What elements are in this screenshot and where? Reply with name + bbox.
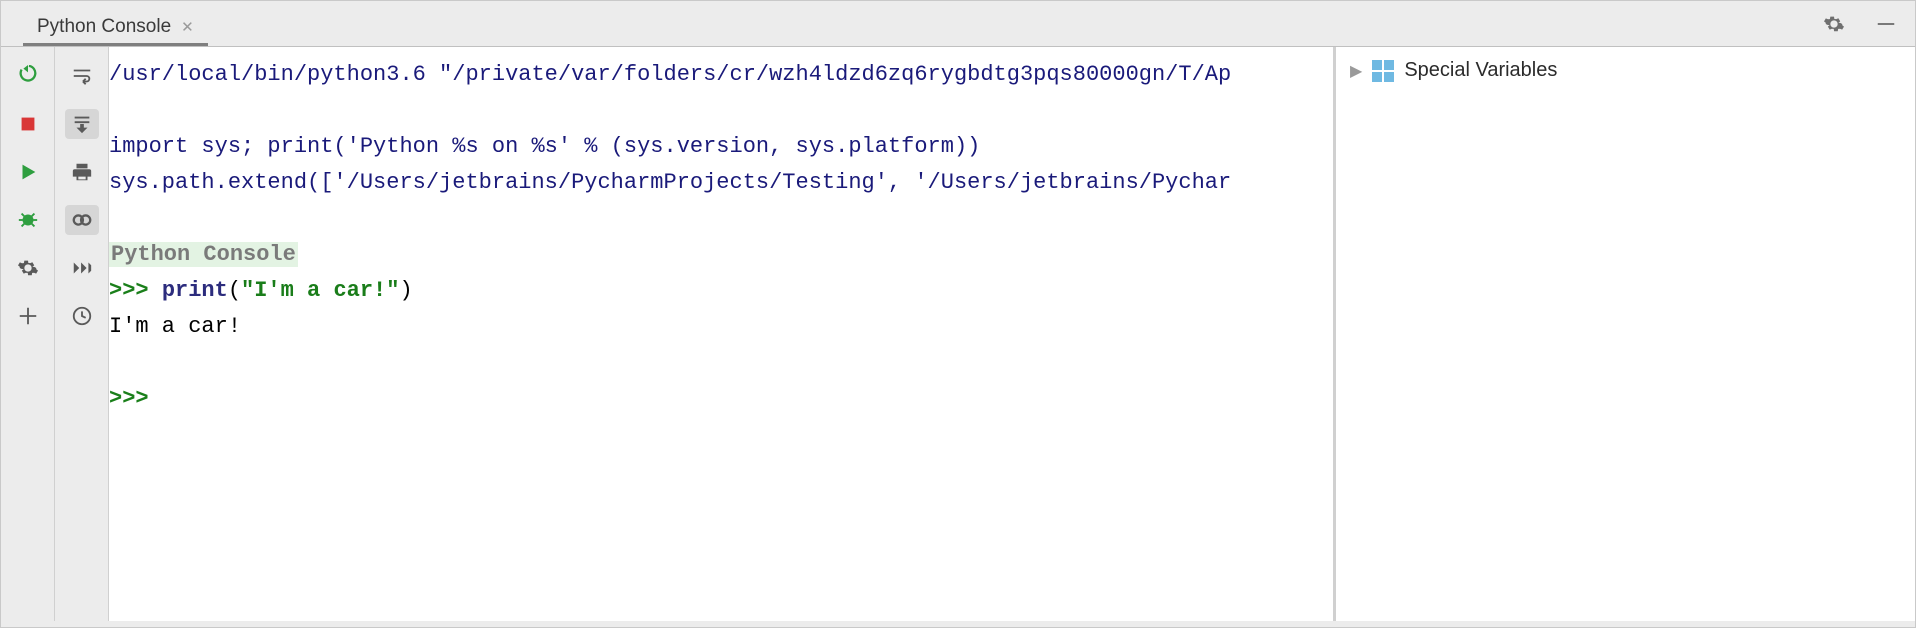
right-action-gutter: [55, 47, 109, 621]
stop-icon[interactable]: [11, 109, 45, 139]
code-open: (: [228, 278, 241, 303]
left-action-gutter: [1, 47, 55, 621]
toolwindow-actions: [1817, 1, 1903, 47]
run-icon[interactable]: [11, 157, 45, 187]
prompt: >>>: [109, 278, 162, 303]
console-area: /usr/local/bin/python3.6 "/private/var/f…: [109, 47, 1915, 621]
import-line: import sys; print('Python %s on %s' % (s…: [109, 134, 980, 159]
console-output[interactable]: /usr/local/bin/python3.6 "/private/var/f…: [109, 47, 1333, 621]
toolwindow-body: /usr/local/bin/python3.6 "/private/var/f…: [1, 47, 1915, 621]
tab-strip: Python Console ✕: [1, 1, 1915, 47]
history-exec-icon[interactable]: [65, 253, 99, 283]
tab-label: Python Console: [37, 16, 171, 38]
variables-group-icon: [1372, 60, 1394, 82]
history-icon[interactable]: [65, 301, 99, 331]
special-variables-label: Special Variables: [1404, 59, 1557, 82]
add-icon[interactable]: [11, 301, 45, 331]
console-banner: Python Console: [109, 242, 298, 267]
debug-icon[interactable]: [11, 205, 45, 235]
python-console-toolwindow: Python Console ✕: [0, 0, 1916, 628]
var-watch-icon[interactable]: [65, 205, 99, 235]
softwrap-icon[interactable]: [65, 61, 99, 91]
gear-icon[interactable]: [1817, 9, 1851, 39]
footer-spacer: [1, 621, 1915, 627]
rerun-icon[interactable]: [11, 61, 45, 91]
code-fn: print: [162, 278, 228, 303]
scroll-to-end-icon[interactable]: [65, 109, 99, 139]
settings-icon[interactable]: [11, 253, 45, 283]
syspath-line: sys.path.extend(['/Users/jetbrains/Pycha…: [109, 170, 1231, 195]
code-str: "I'm a car!": [241, 278, 399, 303]
prompt-empty: >>>: [109, 386, 162, 411]
code-close: ): [399, 278, 412, 303]
tab-python-console[interactable]: Python Console ✕: [23, 10, 208, 46]
minimize-icon[interactable]: [1869, 9, 1903, 39]
interpreter-line: /usr/local/bin/python3.6 "/private/var/f…: [109, 62, 1231, 87]
chevron-right-icon: ▶: [1350, 61, 1362, 81]
variables-panel: ▶ Special Variables: [1333, 47, 1915, 621]
print-icon[interactable]: [65, 157, 99, 187]
stdout-line: I'm a car!: [109, 314, 241, 339]
close-icon[interactable]: ✕: [181, 18, 194, 36]
special-variables-node[interactable]: ▶ Special Variables: [1350, 59, 1901, 82]
